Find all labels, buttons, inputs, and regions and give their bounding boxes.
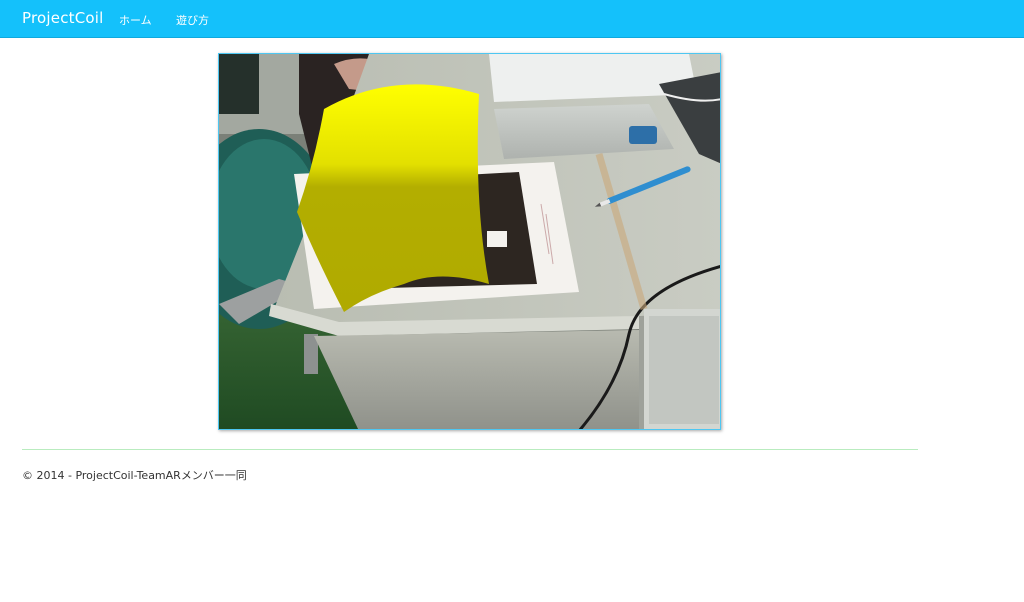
footer-divider xyxy=(22,449,918,450)
nav-link-home[interactable]: ホーム xyxy=(119,12,152,28)
brand-link[interactable]: ProjectCoil xyxy=(22,9,104,27)
ar-camera-view[interactable] xyxy=(218,53,721,430)
camera-scene xyxy=(219,54,720,429)
top-navbar: ProjectCoil ホーム 遊び方 xyxy=(0,0,1024,38)
footer-copyright: © 2014 - ProjectCoil-TeamARメンバー一同 xyxy=(22,469,247,482)
nav-link-how-to-play[interactable]: 遊び方 xyxy=(176,12,209,28)
